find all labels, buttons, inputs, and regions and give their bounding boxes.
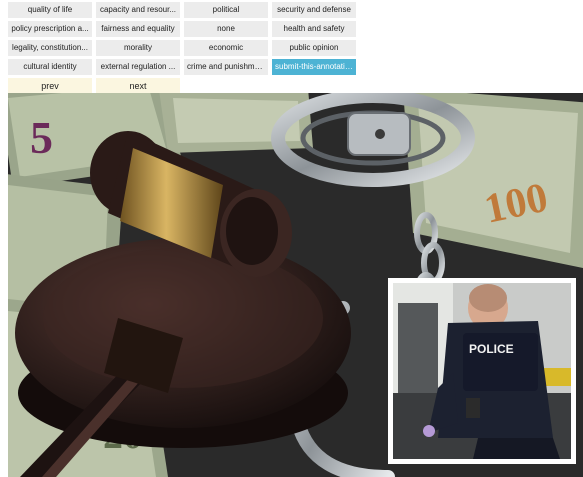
- frame-button-capacity-and-resources[interactable]: capacity and resour...: [96, 2, 180, 18]
- frame-button-cultural-identity[interactable]: cultural identity: [8, 59, 92, 75]
- frame-button-political[interactable]: political: [184, 2, 268, 18]
- gavel-sound-block: [15, 238, 351, 448]
- frame-button-public-opinion[interactable]: public opinion: [272, 40, 356, 56]
- frame-button-economic[interactable]: economic: [184, 40, 268, 56]
- frame-button-morality[interactable]: morality: [96, 40, 180, 56]
- frame-button-security-and-defense[interactable]: security and defense: [272, 2, 356, 18]
- frame-button-policy-prescription[interactable]: policy prescription a...: [8, 21, 92, 37]
- frame-button-none[interactable]: none: [184, 21, 268, 37]
- inset-police-photo: POLICE: [388, 278, 576, 464]
- frame-button-legality-constitutionality[interactable]: legality, constitution...: [8, 40, 92, 56]
- banknote-numeral-5: 5: [30, 112, 53, 163]
- frame-button-grid: quality of life capacity and resour... p…: [8, 2, 356, 95]
- submit-annotation-button[interactable]: submit-this-annotation: [272, 59, 356, 75]
- article-image: 5 100 20: [8, 93, 583, 477]
- police-vest-label: POLICE: [469, 342, 514, 356]
- frame-button-crime-and-punishment[interactable]: crime and punishment: [184, 59, 268, 75]
- frame-button-external-regulation[interactable]: external regulation ...: [96, 59, 180, 75]
- frame-button-health-and-safety[interactable]: health and safety: [272, 21, 356, 37]
- article-image-illustration: 5 100 20: [8, 93, 583, 477]
- frame-button-fairness-and-equality[interactable]: fairness and equality: [96, 21, 180, 37]
- frame-button-quality-of-life[interactable]: quality of life: [8, 2, 92, 18]
